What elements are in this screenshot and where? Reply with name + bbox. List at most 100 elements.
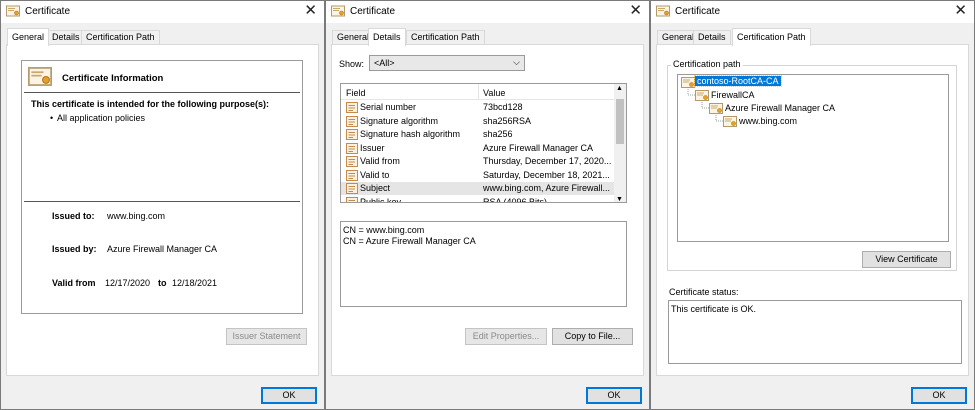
list-item[interactable]: Signature algorithm sha256RSA bbox=[341, 115, 614, 128]
certificate-icon bbox=[656, 5, 670, 17]
edit-properties-button[interactable]: Edit Properties... bbox=[465, 328, 547, 345]
issued-to-label: Issued to: bbox=[52, 211, 95, 221]
tab-panel-details: Show: <All> ⌵ Field Value Serial number 7… bbox=[331, 44, 644, 376]
field-value: RSA (4096 Bits) bbox=[483, 196, 548, 203]
tab-details[interactable]: Details bbox=[693, 30, 731, 45]
field-value: sha256 bbox=[483, 129, 513, 139]
valid-to-value: 12/18/2021 bbox=[172, 278, 218, 288]
show-dropdown-value: <All> bbox=[374, 58, 395, 68]
certificate-window-general: Certificate ✕ General Details Certificat… bbox=[0, 0, 325, 410]
tab-details[interactable]: Details bbox=[368, 28, 406, 46]
certificate-window-path: Certificate ✕ General Details Certificat… bbox=[650, 0, 975, 410]
list-item[interactable]: Subject www.bing.com, Azure Firewall... bbox=[341, 182, 614, 195]
tab-certification-path[interactable]: Certification Path bbox=[732, 28, 811, 46]
field-name: Subject bbox=[360, 183, 391, 193]
list-body: Serial number 73bcd128 Signature algorithm… bbox=[341, 101, 626, 202]
column-header-value[interactable]: Value bbox=[483, 88, 505, 98]
certificate-icon bbox=[331, 5, 345, 17]
window-title: Certificate bbox=[675, 6, 721, 17]
ok-button[interactable]: OK bbox=[911, 387, 967, 404]
fields-list[interactable]: Field Value Serial number 73bcd128 Signatu… bbox=[340, 83, 627, 203]
field-name: Signature hash algorithm bbox=[360, 129, 461, 139]
certificate-status-box[interactable]: This certificate is OK. bbox=[668, 300, 962, 364]
list-item[interactable]: Signature hash algorithm sha256 bbox=[341, 128, 614, 141]
list-item[interactable]: Valid from Thursday, December 17, 2020... bbox=[341, 155, 614, 168]
issuer-statement-button[interactable]: Issuer Statement bbox=[226, 328, 307, 345]
field-icon bbox=[346, 156, 358, 167]
show-label: Show: bbox=[339, 59, 365, 69]
scroll-down-icon[interactable]: ▼ bbox=[616, 196, 623, 202]
tree-node-issuer[interactable]: Azure Firewall Manager CA bbox=[725, 103, 835, 113]
title-bar: Certificate ✕ bbox=[326, 1, 649, 23]
issued-by-value: Azure Firewall Manager CA bbox=[107, 244, 218, 254]
certificate-info-box: Certificate Information This certificate… bbox=[21, 60, 303, 314]
list-item[interactable]: Serial number 73bcd128 bbox=[341, 101, 614, 114]
field-name: Signature algorithm bbox=[360, 115, 439, 126]
field-name: Valid from bbox=[360, 156, 400, 166]
close-icon[interactable]: ✕ bbox=[954, 2, 967, 20]
valid-from-label: Valid from bbox=[52, 278, 96, 288]
certificate-window-details: Certificate ✕ General Details Certificat… bbox=[325, 0, 650, 410]
field-icon bbox=[346, 197, 358, 204]
field-value: sha256RSA bbox=[483, 115, 532, 126]
valid-to-label: to bbox=[158, 278, 167, 288]
view-certificate-button[interactable]: View Certificate bbox=[862, 251, 951, 268]
field-value: 73bcd128 bbox=[483, 102, 523, 112]
field-name: Serial number bbox=[360, 102, 417, 112]
ok-button[interactable]: OK bbox=[586, 387, 642, 404]
field-icon bbox=[346, 143, 358, 154]
field-icon bbox=[346, 183, 358, 194]
field-icon bbox=[346, 102, 358, 113]
close-icon[interactable]: ✕ bbox=[629, 2, 642, 20]
issued-by-label: Issued by: bbox=[52, 244, 97, 254]
certification-path-tree[interactable]: contoso-RootCA-CA FirewallCA Azure Firew… bbox=[677, 74, 949, 242]
divider bbox=[24, 92, 300, 93]
purpose-bullet: • bbox=[50, 113, 54, 123]
field-value: Azure Firewall Manager CA bbox=[483, 142, 594, 153]
title-bar: Certificate ✕ bbox=[1, 1, 324, 23]
tab-panel-certification-path: Certification path contoso-RootCA-CA Fir… bbox=[656, 44, 969, 376]
value-line: CN = Azure Firewall Manager CA bbox=[343, 236, 476, 246]
tree-node-leaf[interactable]: www.bing.com bbox=[739, 116, 797, 126]
list-item[interactable]: Valid to Saturday, December 18, 2021... bbox=[341, 169, 614, 182]
value-line: CN = www.bing.com bbox=[343, 225, 425, 235]
certificate-icon bbox=[709, 103, 723, 114]
chevron-down-icon: ⌵ bbox=[513, 57, 520, 67]
purpose-heading: This certificate is intended for the fol… bbox=[31, 99, 270, 109]
field-value: Thursday, December 17, 2020... bbox=[483, 156, 612, 166]
certificate-icon bbox=[695, 90, 709, 101]
window-title: Certificate bbox=[25, 6, 71, 17]
show-dropdown[interactable]: <All> ⌵ bbox=[369, 55, 525, 71]
certificate-icon bbox=[681, 77, 695, 88]
list-item[interactable]: Issuer Azure Firewall Manager CA bbox=[341, 142, 614, 155]
purpose-item: All application policies bbox=[57, 113, 146, 123]
tab-panel-general: Certificate Information This certificate… bbox=[6, 44, 319, 376]
tab-certification-path[interactable]: Certification Path bbox=[406, 30, 485, 45]
issued-to-value: www.bing.com bbox=[107, 211, 166, 221]
field-value-box[interactable]: CN = www.bing.com CN = Azure Firewall Ma… bbox=[340, 221, 627, 307]
tree-node-root[interactable]: contoso-RootCA-CA bbox=[694, 75, 782, 87]
certificate-info-title: Certificate Information bbox=[62, 73, 164, 84]
certificate-icon bbox=[28, 67, 52, 86]
list-header: Field Value bbox=[341, 84, 614, 100]
list-item[interactable]: Public key RSA (4096 Bits) bbox=[341, 196, 614, 204]
certificate-status-text: This certificate is OK. bbox=[671, 304, 757, 314]
close-icon[interactable]: ✕ bbox=[304, 2, 317, 20]
field-value: www.bing.com, Azure Firewall... bbox=[483, 183, 611, 193]
tree-node-intermediate[interactable]: FirewallCA bbox=[711, 90, 755, 100]
tab-general[interactable]: General bbox=[7, 28, 50, 46]
scroll-up-icon[interactable]: ▲ bbox=[616, 85, 623, 92]
ok-button[interactable]: OK bbox=[261, 387, 317, 404]
tab-details[interactable]: Details bbox=[47, 30, 85, 45]
vertical-scrollbar[interactable]: ▲ ▼ bbox=[614, 84, 626, 202]
field-name: Public key bbox=[360, 196, 402, 203]
window-title: Certificate bbox=[350, 6, 396, 17]
column-header-field[interactable]: Field bbox=[346, 88, 366, 98]
certificate-status-label: Certificate status: bbox=[669, 287, 739, 297]
copy-to-file-button[interactable]: Copy to File... bbox=[552, 328, 633, 345]
certification-path-group: Certification path contoso-RootCA-CA Fir… bbox=[667, 59, 957, 271]
scrollbar-thumb[interactable] bbox=[616, 99, 624, 144]
tab-certification-path[interactable]: Certification Path bbox=[81, 30, 160, 45]
field-name: Issuer bbox=[360, 142, 385, 153]
field-value: Saturday, December 18, 2021... bbox=[483, 169, 610, 180]
